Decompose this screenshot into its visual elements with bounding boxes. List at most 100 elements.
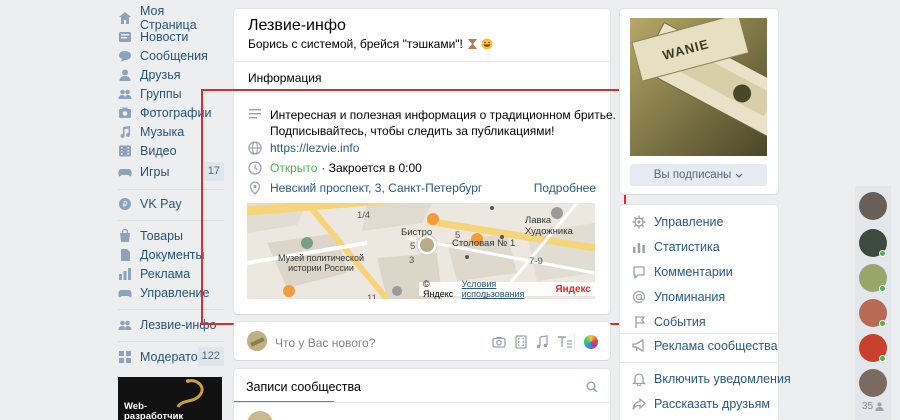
composer-input[interactable]: Что у Вас нового? (275, 336, 375, 350)
group-status-line: Борись с системой, брейся "тэшками"! (248, 37, 493, 51)
menu-item-mentions[interactable]: Упоминания (632, 290, 725, 304)
groups-icon (118, 87, 132, 101)
friends-online-count[interactable]: 35 (862, 401, 884, 412)
menu-item-label: Реклама сообщества (654, 339, 778, 353)
menu-item-events[interactable]: События (632, 315, 706, 329)
header-divider (234, 61, 610, 62)
group-name: Лезвие-инфо (248, 17, 346, 34)
games-icon (118, 165, 132, 179)
wall-card (234, 369, 610, 420)
camera-icon[interactable] (492, 335, 506, 352)
person-icon (875, 402, 884, 411)
nav-divider (118, 341, 224, 342)
friends-icon (118, 68, 132, 82)
group-status: Борись с системой, брейся "тэшками"! (248, 37, 463, 51)
nav-item-label: Управление (140, 285, 210, 300)
nav-item-friends[interactable]: Друзья (118, 65, 224, 84)
grin-emoji-icon (481, 38, 493, 50)
nav-item-label: Видео (140, 143, 177, 158)
menu-item-label: Управление (654, 215, 724, 229)
video-icon[interactable] (515, 335, 527, 352)
friends-count-value: 35 (862, 401, 874, 412)
vk-pay-icon: ₽ (118, 197, 132, 211)
menu-item-label: События (654, 315, 706, 329)
menu-item-label: Комментарии (654, 265, 733, 279)
info-tab-title: Информация (248, 71, 322, 85)
friend-avatar[interactable] (859, 369, 887, 397)
highlight-frame (201, 89, 626, 325)
friend-avatar[interactable] (859, 192, 887, 220)
manage-icon (118, 286, 132, 300)
groups-icon (118, 318, 132, 332)
nav-item-label: Игры (140, 164, 170, 179)
group-avatar-small (247, 331, 267, 351)
subscribed-button[interactable]: Вы подписаны (630, 164, 767, 186)
online-indicator (879, 320, 886, 327)
online-indicator (879, 355, 886, 362)
documents-icon (118, 248, 132, 262)
bell-icon (632, 372, 646, 386)
text-format-icon[interactable] (557, 335, 573, 352)
group-cover-image: WANIE (630, 18, 767, 156)
nav-item-label: Документы (140, 247, 205, 262)
hourglass-emoji-icon (467, 38, 478, 50)
colorful-poster-icon[interactable] (584, 335, 598, 349)
nav-item-label: Модератор (140, 349, 205, 364)
news-icon (118, 30, 132, 44)
menu-item-comments[interactable]: Комментарии (632, 265, 733, 279)
comments-icon (632, 265, 646, 279)
composer-divider (574, 334, 575, 350)
menu-item-label: Включить уведомления (654, 372, 791, 386)
svg-text:₽: ₽ (122, 200, 127, 209)
nav-item-label: Сообщения (140, 48, 208, 63)
messages-icon (118, 49, 132, 63)
goods-icon (118, 228, 132, 243)
menu-divider (620, 362, 778, 363)
events-icon (632, 315, 646, 329)
nav-item-label: Товары (140, 228, 183, 243)
menu-divider (620, 333, 778, 334)
composer-attach-bar (492, 335, 573, 352)
music-icon (118, 125, 132, 139)
music-icon[interactable] (536, 335, 548, 352)
nav-item-label: Новости (140, 29, 189, 44)
moderator-count-badge: 122 (197, 347, 224, 366)
chevron-down-icon (735, 173, 743, 178)
ads-icon (118, 267, 132, 281)
wall-divider (234, 402, 610, 403)
megaphone-icon (632, 339, 646, 353)
menu-item-stats[interactable]: Статистика (632, 240, 720, 254)
nav-item-label: Группы (140, 86, 182, 101)
nav-item-label: VK Pay (140, 196, 182, 211)
gear-icon (632, 215, 646, 229)
search-icon[interactable] (586, 381, 598, 396)
nav-item-label: Реклама (140, 266, 191, 281)
moderator-icon (118, 350, 132, 364)
home-icon (118, 11, 132, 25)
nav-item-label: Друзья (140, 67, 181, 82)
ad-banner[interactable]: Web-разработчик на Python (118, 377, 222, 420)
photos-icon (118, 106, 132, 120)
share-arrow-icon (632, 397, 646, 411)
at-icon (632, 290, 646, 304)
menu-item-manage[interactable]: Управление (632, 215, 724, 229)
ad-banner-text: Web-разработчик на Python (124, 401, 184, 420)
menu-item-ads[interactable]: Реклама сообщества (632, 339, 778, 353)
menu-item-label: Статистика (654, 240, 720, 254)
stats-icon (632, 240, 646, 254)
nav-item-my-page[interactable]: Моя Страница (118, 4, 224, 32)
nav-item-moderator[interactable]: Модератор 122 (118, 347, 224, 366)
nav-item-messages[interactable]: Сообщения (118, 46, 224, 65)
menu-item-notify[interactable]: Включить уведомления (632, 372, 791, 386)
management-card (620, 205, 778, 420)
online-indicator (879, 250, 886, 257)
video-icon (118, 144, 132, 158)
subscribed-button-label: Вы подписаны (653, 169, 732, 181)
menu-item-label: Рассказать друзьям (654, 397, 771, 411)
menu-item-share[interactable]: Рассказать друзьям (632, 397, 770, 411)
menu-item-label: Упоминания (654, 290, 726, 304)
nav-item-news[interactable]: Новости (118, 27, 224, 46)
online-indicator (879, 285, 886, 292)
wall-tab-community-posts[interactable]: Записи сообщества (246, 380, 361, 394)
nav-item-label: Музыка (140, 124, 185, 139)
